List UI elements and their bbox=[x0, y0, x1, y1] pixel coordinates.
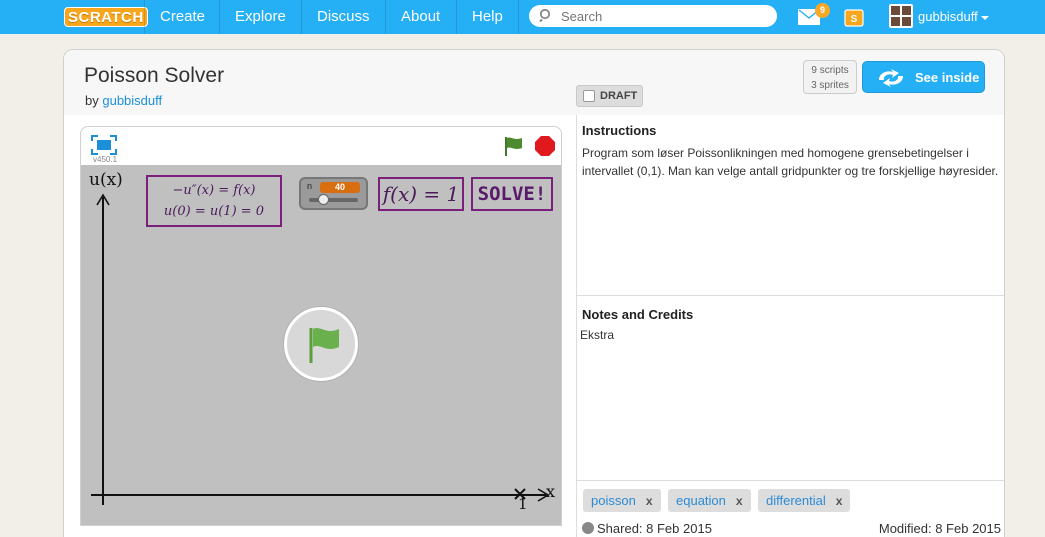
notes-section: Notes and Credits Ekstra bbox=[577, 295, 1004, 480]
username-menu[interactable]: gubbisduff bbox=[918, 0, 989, 34]
instructions-title: Instructions bbox=[582, 123, 657, 138]
project-title: Poisson Solver bbox=[84, 64, 225, 87]
slider-value: 40 bbox=[320, 182, 360, 193]
equation-sprite[interactable]: −u″(x) = f(x) u(0) = u(1) = 0 bbox=[146, 175, 282, 227]
scratch-logo[interactable]: SCRATCH bbox=[64, 7, 148, 27]
shared-date: Shared: 8 Feb 2015 bbox=[582, 521, 712, 536]
svg-text:S: S bbox=[851, 14, 858, 25]
tag-remove-button[interactable]: x bbox=[736, 494, 743, 508]
top-nav: SCRATCH Create Explore Discuss About Hel… bbox=[0, 0, 1045, 34]
y-axis-label: u(x) bbox=[89, 170, 123, 190]
player-version: v450.1 bbox=[93, 155, 118, 164]
draft-label: DRAFT bbox=[600, 90, 638, 102]
project-panel: Poisson Solver by gubbisduff 9 scripts 3… bbox=[63, 49, 1005, 537]
author-link[interactable]: gubbisduff bbox=[102, 93, 162, 108]
fullscreen-icon[interactable] bbox=[91, 135, 117, 155]
message-count-badge: 9 bbox=[815, 3, 830, 18]
sprites-count: 3 sprites bbox=[811, 80, 849, 91]
username-label: gubbisduff bbox=[918, 9, 978, 24]
see-inside-button[interactable]: See inside bbox=[862, 61, 985, 93]
nav-about[interactable]: About bbox=[385, 0, 455, 34]
shared-label: Shared: 8 Feb 2015 bbox=[597, 521, 712, 536]
tag-poisson[interactable]: poisson x bbox=[583, 489, 661, 512]
green-flag-icon bbox=[309, 328, 339, 363]
search-icon bbox=[539, 8, 551, 22]
start-overlay-button[interactable] bbox=[284, 307, 358, 381]
slider-knob[interactable] bbox=[318, 194, 329, 205]
nav-discuss[interactable]: Discuss bbox=[301, 0, 385, 34]
stage[interactable]: u(x) x 1 −u″(x) = f(x) u(0) = u(1) = 0 n… bbox=[81, 165, 561, 525]
nav-explore[interactable]: Explore bbox=[219, 0, 301, 34]
modified-date: Modified: 8 Feb 2015 bbox=[878, 521, 1001, 536]
tag-equation[interactable]: equation x bbox=[668, 489, 751, 512]
project-player: v450.1 u(x) x 1 −u″(x) = f(x) u(0) = u(1… bbox=[80, 126, 562, 526]
notes-text[interactable]: Ekstra bbox=[580, 328, 614, 342]
player-controls: v450.1 bbox=[81, 127, 561, 165]
tag-label[interactable]: differential bbox=[766, 493, 826, 508]
tag-differential[interactable]: differential x bbox=[758, 489, 851, 512]
notes-title: Notes and Credits bbox=[582, 307, 694, 322]
share-icon bbox=[582, 522, 594, 534]
nav-create[interactable]: Create bbox=[144, 0, 220, 34]
chevron-down-icon bbox=[980, 15, 989, 20]
slider-variable-name: n bbox=[307, 181, 313, 191]
tags-section: poisson x equation x differential x Shared:… bbox=[577, 480, 1004, 537]
project-info: Instructions Program som løser Poissonli… bbox=[576, 115, 1004, 537]
x-axis-label: x bbox=[546, 482, 556, 501]
search-box[interactable] bbox=[529, 5, 777, 27]
nav-help[interactable]: Help bbox=[456, 0, 519, 34]
project-counts: 9 scripts 3 sprites bbox=[803, 60, 857, 94]
scripts-count: 9 scripts bbox=[811, 65, 849, 76]
solve-button-sprite[interactable]: SOLVE! bbox=[471, 177, 553, 211]
tag-label[interactable]: equation bbox=[676, 493, 726, 508]
tag-remove-button[interactable]: x bbox=[836, 494, 843, 508]
x-tick-label: 1 bbox=[518, 495, 528, 513]
my-stuff-icon[interactable]: S bbox=[844, 7, 864, 27]
stop-icon[interactable] bbox=[534, 135, 556, 157]
draft-checkbox[interactable] bbox=[583, 90, 595, 102]
slider-track[interactable] bbox=[309, 198, 358, 202]
user-avatar[interactable] bbox=[889, 4, 913, 28]
draft-badge[interactable]: DRAFT bbox=[576, 85, 643, 107]
equation-line-2: u(0) = u(1) = 0 bbox=[163, 204, 265, 219]
tag-label[interactable]: poisson bbox=[591, 493, 636, 508]
search-input[interactable] bbox=[561, 7, 766, 25]
avatar-icon bbox=[891, 6, 911, 26]
function-select-sprite[interactable]: f(x) = 1 bbox=[378, 177, 464, 211]
variable-slider-monitor[interactable]: n 40 bbox=[299, 177, 368, 210]
project-header: Poisson Solver by gubbisduff 9 scripts 3… bbox=[64, 50, 1004, 115]
tag-remove-button[interactable]: x bbox=[646, 494, 653, 508]
instructions-text[interactable]: Program som løser Poissonlikningen med h… bbox=[582, 144, 1000, 180]
see-inside-icon bbox=[879, 69, 903, 87]
see-inside-label: See inside bbox=[915, 70, 980, 85]
equation-line-1: −u″(x) = f(x) bbox=[172, 183, 256, 198]
by-prefix: by bbox=[85, 93, 99, 108]
green-flag-icon[interactable] bbox=[502, 135, 524, 157]
byline: by gubbisduff bbox=[85, 93, 162, 108]
